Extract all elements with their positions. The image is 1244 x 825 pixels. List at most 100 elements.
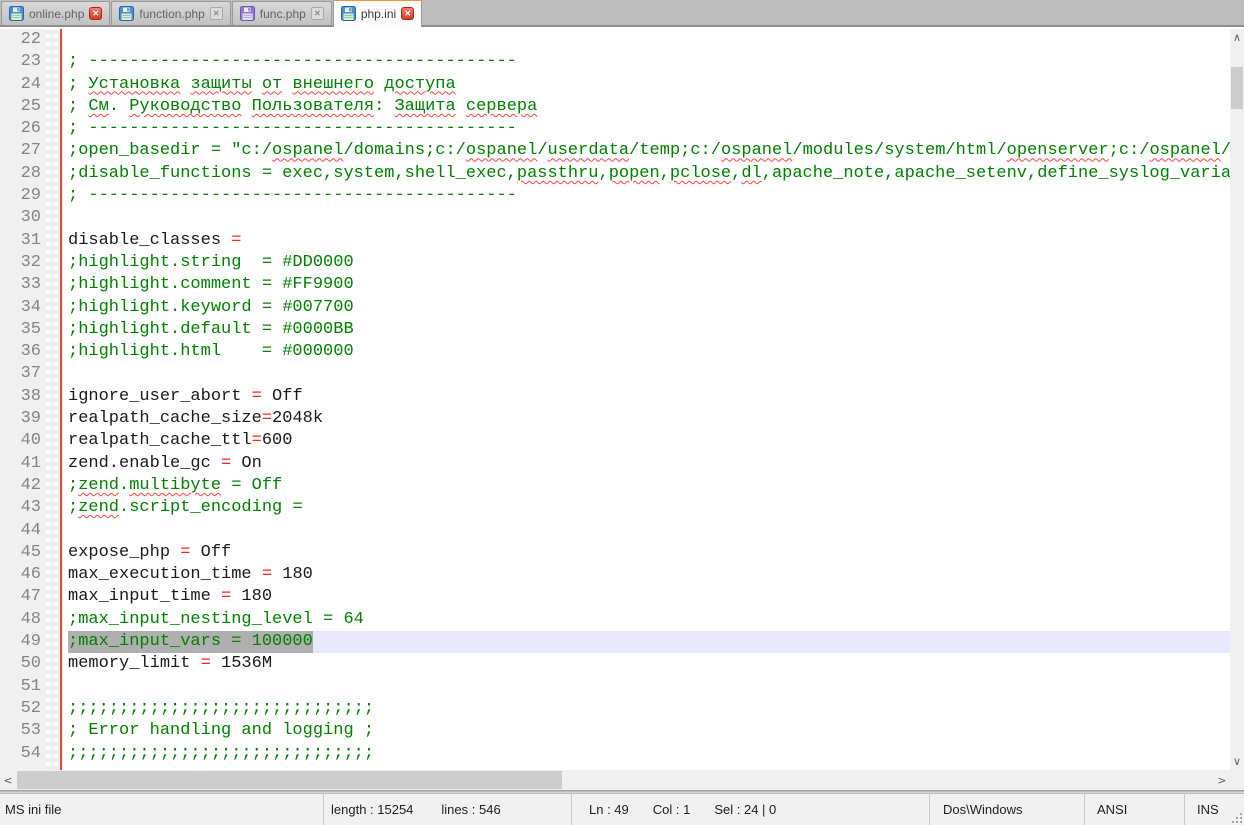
- code-line[interactable]: 27;open_basedir = "c:/ospanel/domains;c:…: [0, 140, 1230, 162]
- code-text[interactable]: [59, 363, 1230, 385]
- code-text[interactable]: ; --------------------------------------…: [59, 118, 1230, 140]
- bookmark-cell[interactable]: [46, 497, 59, 519]
- line-number[interactable]: 45: [0, 542, 46, 564]
- editor-pane[interactable]: 2223 ; ----------------------------------…: [0, 29, 1230, 770]
- bookmark-cell[interactable]: [46, 74, 59, 96]
- code-line[interactable]: 30: [0, 207, 1230, 229]
- code-line[interactable]: 39realpath_cache_size=2048k: [0, 408, 1230, 430]
- code-line[interactable]: 22: [0, 29, 1230, 51]
- bookmark-cell[interactable]: [46, 207, 59, 229]
- tab-online-php[interactable]: online.php ✕: [1, 1, 110, 25]
- bookmark-cell[interactable]: [46, 475, 59, 497]
- code-line[interactable]: 23 ; ------------------------------------…: [0, 51, 1230, 73]
- code-line[interactable]: 25 ; См. Руководство Пользователя: Защита…: [0, 96, 1230, 118]
- code-line[interactable]: 38ignore_user_abort = Off: [0, 386, 1230, 408]
- bookmark-cell[interactable]: [46, 564, 59, 586]
- code-text[interactable]: ;zend.multibyte = Off: [59, 475, 1230, 497]
- close-icon[interactable]: ✕: [311, 7, 324, 20]
- close-icon[interactable]: ✕: [89, 7, 102, 20]
- line-number[interactable]: 53: [0, 720, 46, 742]
- line-number[interactable]: 32: [0, 252, 46, 274]
- line-number[interactable]: 37: [0, 363, 46, 385]
- code-line[interactable]: 35;highlight.default = #0000BB: [0, 319, 1230, 341]
- bookmark-cell[interactable]: [46, 163, 59, 185]
- vertical-scrollbar[interactable]: ∧ ∨: [1230, 29, 1244, 770]
- code-text[interactable]: ;highlight.default = #0000BB: [59, 319, 1230, 341]
- bookmark-cell[interactable]: [46, 653, 59, 675]
- code-text[interactable]: zend.enable_gc = On: [59, 453, 1230, 475]
- code-line[interactable]: 42 ;zend.multibyte = Off: [0, 475, 1230, 497]
- resize-grip[interactable]: [1231, 812, 1242, 823]
- tab-php-ini[interactable]: php.ini ✕: [333, 0, 422, 27]
- code-line[interactable]: 28 ;disable_functions = exec,system,shell…: [0, 163, 1230, 185]
- code-text[interactable]: ;disable_functions = exec,system,shell_e…: [59, 163, 1230, 185]
- bookmark-cell[interactable]: [46, 230, 59, 252]
- scroll-right-icon[interactable]: >: [1214, 770, 1230, 790]
- line-number[interactable]: 36: [0, 341, 46, 363]
- code-line[interactable]: 31 disable_classes =: [0, 230, 1230, 252]
- bookmark-cell[interactable]: [46, 118, 59, 140]
- bookmark-cell[interactable]: [46, 341, 59, 363]
- status-eol-format[interactable]: Dos\Windows: [930, 794, 1085, 825]
- line-number[interactable]: 42: [0, 475, 46, 497]
- line-number[interactable]: 52: [0, 698, 46, 720]
- code-text[interactable]: ;open_basedir = "c:/ospanel/domains;c:/o…: [59, 140, 1230, 162]
- line-number[interactable]: 26: [0, 118, 46, 140]
- vertical-scrollbar-thumb[interactable]: [1231, 67, 1243, 109]
- bookmark-cell[interactable]: [46, 319, 59, 341]
- bookmark-cell[interactable]: [46, 430, 59, 452]
- code-text[interactable]: expose_php = Off: [59, 542, 1230, 564]
- code-text[interactable]: ; Error handling and logging ;: [59, 720, 1230, 742]
- bookmark-cell[interactable]: [46, 140, 59, 162]
- code-line[interactable]: 24; Установка защиты от внешнего доступа: [0, 74, 1230, 96]
- line-number[interactable]: 28: [0, 163, 46, 185]
- bookmark-cell[interactable]: [46, 274, 59, 296]
- line-number[interactable]: 46: [0, 564, 46, 586]
- line-number[interactable]: 23: [0, 51, 46, 73]
- bookmark-cell[interactable]: [46, 29, 59, 51]
- bookmark-cell[interactable]: [46, 96, 59, 118]
- bookmark-cell[interactable]: [46, 586, 59, 608]
- line-number[interactable]: 41: [0, 453, 46, 475]
- horizontal-scrollbar[interactable]: < >: [0, 770, 1230, 790]
- line-number[interactable]: 47: [0, 586, 46, 608]
- line-number[interactable]: 31: [0, 230, 46, 252]
- code-text[interactable]: realpath_cache_ttl=600: [59, 430, 1230, 452]
- code-line[interactable]: 48 ;max_input_nesting_level = 64: [0, 609, 1230, 631]
- code-text[interactable]: ;highlight.keyword = #007700: [59, 297, 1230, 319]
- bookmark-cell[interactable]: [46, 631, 59, 653]
- code-line[interactable]: 41 zend.enable_gc = On: [0, 453, 1230, 475]
- line-number[interactable]: 48: [0, 609, 46, 631]
- line-number[interactable]: 33: [0, 274, 46, 296]
- code-text[interactable]: disable_classes =: [59, 230, 1230, 252]
- code-text[interactable]: ;highlight.string = #DD0000: [59, 252, 1230, 274]
- code-line[interactable]: 43;zend.script_encoding =: [0, 497, 1230, 519]
- line-number[interactable]: 43: [0, 497, 46, 519]
- bookmark-cell[interactable]: [46, 51, 59, 73]
- code-line[interactable]: 29 ; ------------------------------------…: [0, 185, 1230, 207]
- code-text[interactable]: ; См. Руководство Пользователя: Защита с…: [59, 96, 1230, 118]
- code-text[interactable]: ;max_input_nesting_level = 64: [59, 609, 1230, 631]
- bookmark-cell[interactable]: [46, 520, 59, 542]
- code-line[interactable]: 45 expose_php = Off: [0, 542, 1230, 564]
- code-text[interactable]: ;;;;;;;;;;;;;;;;;;;;;;;;;;;;;;: [59, 743, 1230, 765]
- code-line[interactable]: 54;;;;;;;;;;;;;;;;;;;;;;;;;;;;;;: [0, 743, 1230, 765]
- tab-func-php[interactable]: func.php ✕: [232, 1, 332, 25]
- code-text[interactable]: [59, 676, 1230, 698]
- code-text[interactable]: ; --------------------------------------…: [59, 51, 1230, 73]
- line-number[interactable]: 44: [0, 520, 46, 542]
- line-number[interactable]: 29: [0, 185, 46, 207]
- bookmark-cell[interactable]: [46, 252, 59, 274]
- code-line[interactable]: 47max_input_time = 180: [0, 586, 1230, 608]
- code-line[interactable]: 36;highlight.html = #000000: [0, 341, 1230, 363]
- line-number[interactable]: 25: [0, 96, 46, 118]
- close-icon[interactable]: ✕: [210, 7, 223, 20]
- code-text[interactable]: ;;;;;;;;;;;;;;;;;;;;;;;;;;;;;;: [59, 698, 1230, 720]
- code-line[interactable]: 49;max_input_vars = 100000: [0, 631, 1230, 653]
- code-text[interactable]: ; --------------------------------------…: [59, 185, 1230, 207]
- code-line[interactable]: 52;;;;;;;;;;;;;;;;;;;;;;;;;;;;;;: [0, 698, 1230, 720]
- line-number[interactable]: 34: [0, 297, 46, 319]
- code-text[interactable]: ; Установка защиты от внешнего доступа: [59, 74, 1230, 96]
- code-line[interactable]: 51: [0, 676, 1230, 698]
- code-line[interactable]: 26 ; ------------------------------------…: [0, 118, 1230, 140]
